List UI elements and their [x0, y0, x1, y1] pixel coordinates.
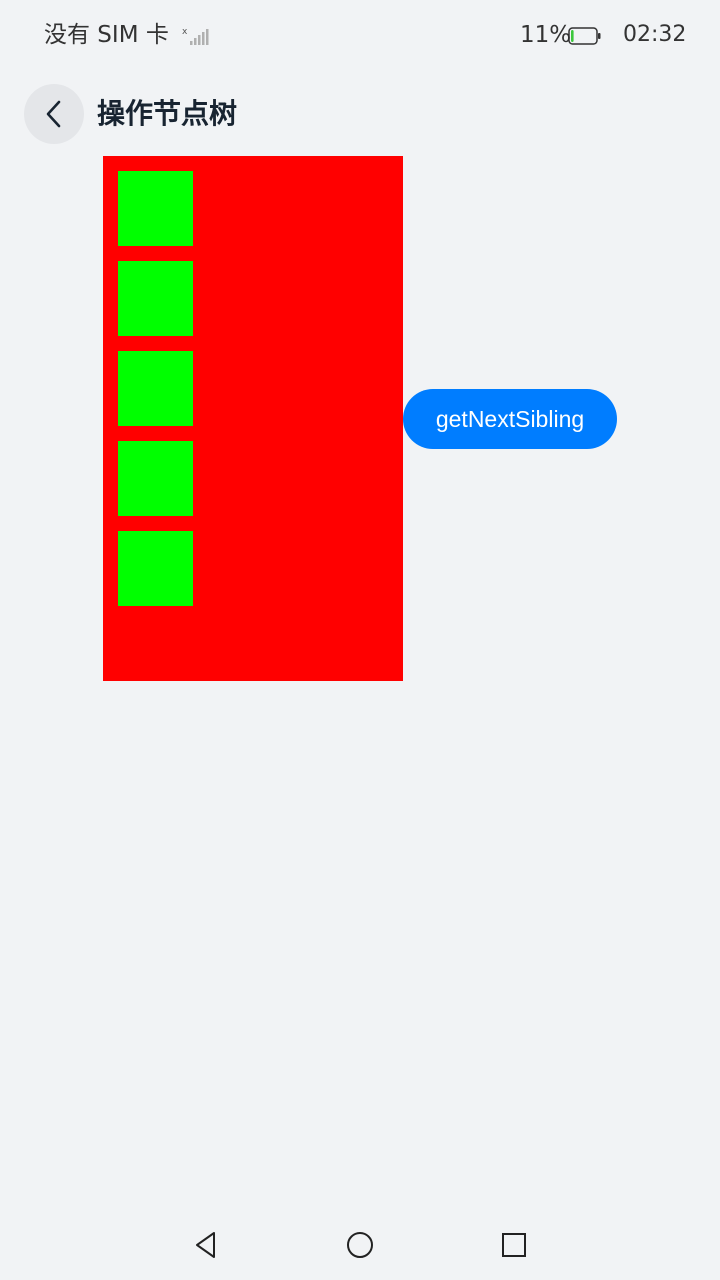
child-node [118, 531, 193, 606]
get-next-sibling-button[interactable]: getNextSibling [403, 389, 617, 449]
clock: 02:32 [623, 22, 687, 47]
chevron-left-icon [46, 100, 61, 128]
child-node [118, 261, 193, 336]
back-button[interactable] [24, 84, 84, 144]
triangle-back-icon[interactable] [191, 1230, 221, 1260]
child-node [118, 441, 193, 516]
signal-icon: x [182, 27, 209, 45]
circle-home-icon[interactable] [345, 1230, 375, 1260]
status-bar: 没有 SIM 卡 x 11% 02:32 [0, 0, 720, 72]
child-node [118, 351, 193, 426]
square-recents-icon[interactable] [499, 1230, 529, 1260]
battery-icon [568, 27, 601, 45]
navigation-bar [0, 1214, 720, 1274]
battery-percent: 11% [520, 22, 572, 48]
carrier-label: 没有 SIM 卡 [44, 22, 169, 48]
child-node [118, 171, 193, 246]
node-tree-container [103, 156, 403, 681]
svg-text:x: x [182, 27, 188, 37]
page-title: 操作节点树 [97, 97, 238, 130]
